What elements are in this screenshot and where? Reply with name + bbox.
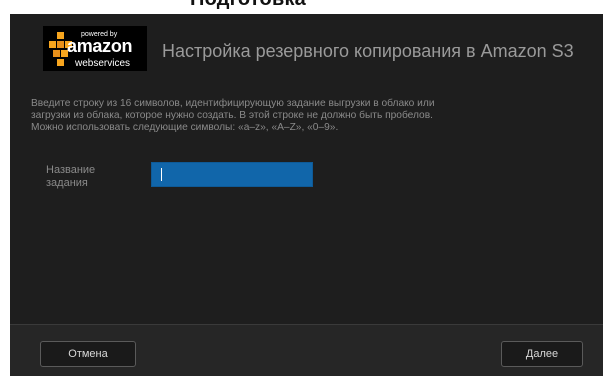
job-name-label: Название задания [46,164,96,189]
cancel-button[interactable]: Отмена [40,341,136,367]
text-caret [161,168,162,181]
job-name-input[interactable] [151,162,313,187]
top-strip-text: Подготовка [190,0,306,11]
instructions-line-1: Введите строку из 16 символов, идентифиц… [31,98,435,109]
aws-amazon-wordmark: amazon [67,36,133,56]
instructions-text: Введите строку из 16 символов, идентифиц… [31,98,586,134]
instructions-line-2: загрузки из облака, которое нужно создат… [31,110,433,121]
amazon-s3-backup-dialog: powered by amazon webservices Настройка … [10,14,603,376]
next-button[interactable]: Далее [501,341,583,367]
instructions-line-3: Можно использовать следующие символы: «a… [31,122,339,133]
dialog-footer: Отмена Далее [10,324,603,376]
dialog-header: powered by amazon webservices Настройка … [10,14,603,88]
dialog-title: Настройка резервного копирования в Amazo… [162,41,574,61]
aws-webservices-text: webservices [75,58,131,69]
aws-logo: powered by amazon webservices [43,26,147,71]
top-strip: Подготовка [0,0,603,14]
